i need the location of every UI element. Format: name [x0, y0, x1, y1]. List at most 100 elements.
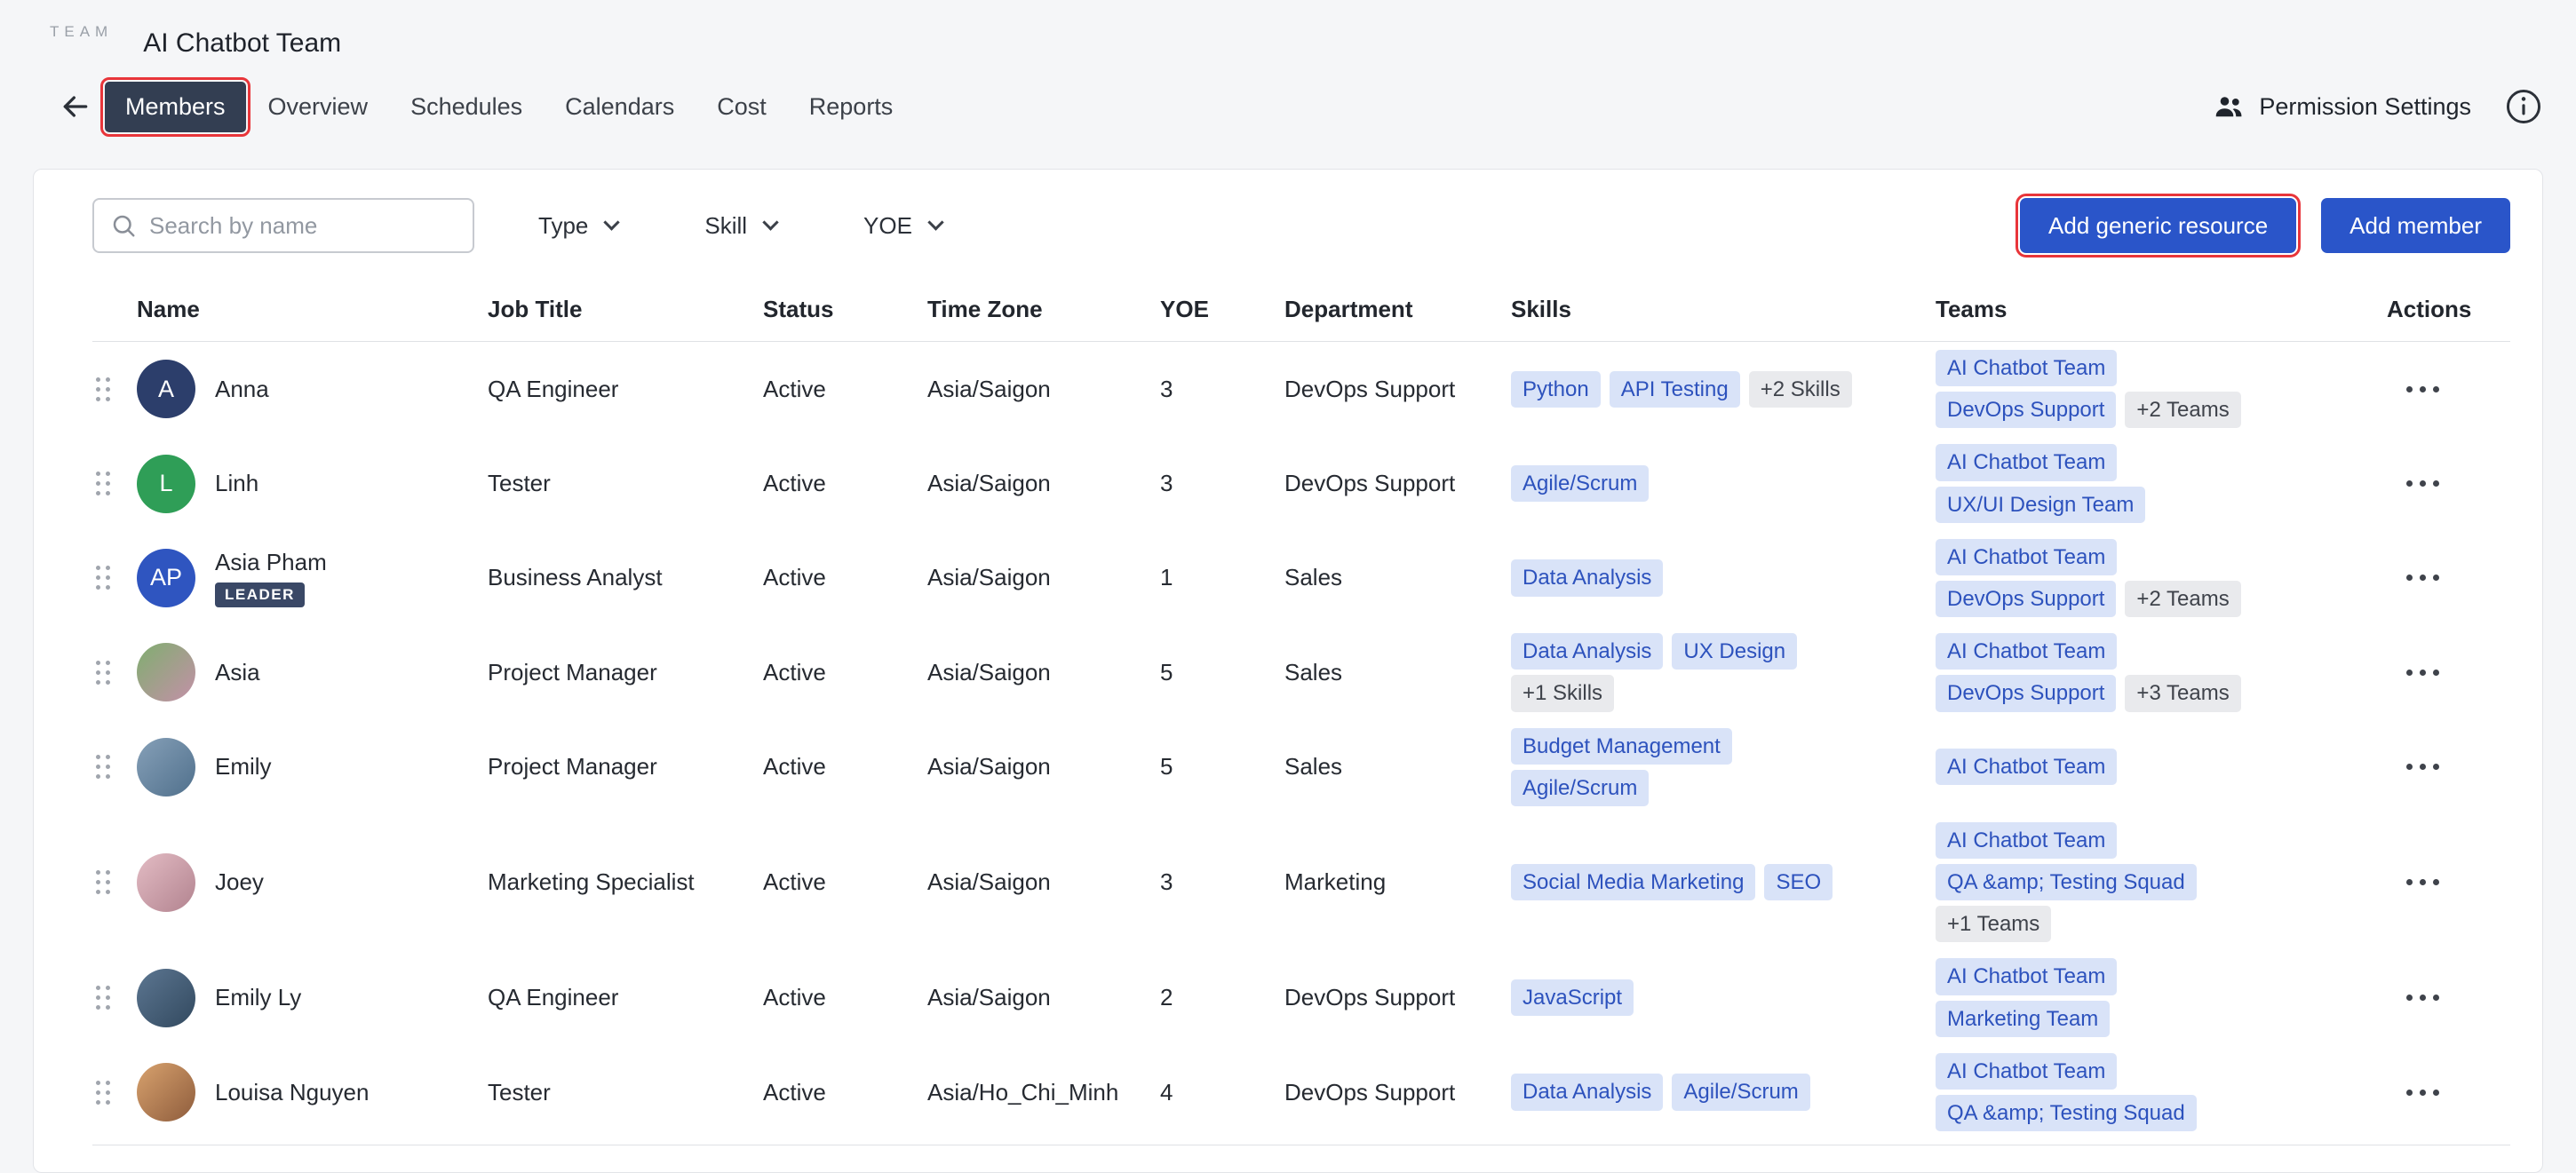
avatar	[137, 969, 195, 1027]
skills-cell: JavaScript	[1511, 977, 1936, 1018]
tag-chip: SEO	[1764, 864, 1833, 900]
member-name: Joey	[215, 868, 264, 896]
column-header-time-zone: Time Zone	[927, 296, 1160, 323]
row-actions-button[interactable]	[2396, 372, 2450, 407]
drag-handle-icon[interactable]	[96, 471, 112, 496]
column-header-department: Department	[1284, 296, 1511, 323]
drag-handle-icon[interactable]	[96, 660, 112, 686]
row-actions-button[interactable]	[2396, 560, 2450, 595]
drag-handle-icon[interactable]	[96, 869, 112, 895]
drag-cell	[92, 660, 137, 686]
row-actions-button[interactable]	[2396, 749, 2450, 784]
table-row: Louisa Nguyen Tester Active Asia/Ho_Chi_…	[92, 1045, 2510, 1139]
add-generic-resource-button[interactable]: Add generic resource	[2020, 198, 2296, 253]
timezone-cell: Asia/Saigon	[927, 564, 1160, 591]
title-row: TEAM AI Chatbot Team	[50, 20, 2544, 69]
tag-chip: JavaScript	[1511, 979, 1634, 1016]
table-row: A Anna QA Engineer Active Asia/Saigon 3 …	[92, 342, 2510, 436]
status-cell: Active	[763, 470, 927, 497]
nav-row: MembersOverviewSchedulesCalendarsCostRep…	[50, 76, 2544, 137]
column-header-status: Status	[763, 296, 927, 323]
tag-chip: AI Chatbot Team	[1936, 822, 2117, 859]
filter-yoe-dropdown[interactable]: YOE	[858, 211, 947, 241]
ellipsis-icon	[2406, 879, 2413, 885]
yoe-cell: 2	[1160, 984, 1284, 1011]
name-cell: Asia	[137, 643, 488, 701]
ellipsis-icon	[2406, 1090, 2413, 1096]
tab-reports[interactable]: Reports	[789, 82, 914, 132]
ellipsis-icon	[2406, 386, 2413, 392]
ellipsis-icon	[2406, 995, 2413, 1001]
page-header: TEAM AI Chatbot Team MembersOverviewSche…	[0, 0, 2576, 137]
permission-settings-button[interactable]: Permission Settings	[2207, 90, 2477, 123]
job-title-cell: Project Manager	[488, 659, 763, 686]
info-button[interactable]	[2503, 86, 2544, 127]
tag-chip: AI Chatbot Team	[1936, 633, 2117, 670]
tab-bar: MembersOverviewSchedulesCalendarsCostRep…	[105, 82, 913, 132]
drag-handle-icon[interactable]	[96, 1080, 112, 1106]
tab-calendars[interactable]: Calendars	[545, 82, 695, 132]
chip-line: AI Chatbot Team	[1936, 633, 2117, 670]
more-chip: +2 Teams	[2125, 581, 2240, 617]
drag-handle-icon[interactable]	[96, 565, 112, 590]
chip-line: AI Chatbot Team	[1936, 1053, 2117, 1090]
chip-line: Agile/Scrum	[1511, 465, 1649, 502]
filter-type-dropdown[interactable]: Type	[533, 211, 623, 241]
search-box[interactable]	[92, 198, 474, 253]
filter-label: Type	[538, 212, 588, 240]
chip-line: QA &amp; Testing Squad	[1936, 864, 2197, 900]
actions-cell	[2353, 865, 2510, 900]
more-chip: +1 Skills	[1511, 675, 1614, 711]
skills-cell: Social Media MarketingSEO	[1511, 861, 1936, 903]
teams-cell: AI Chatbot TeamDevOps Support+2 Teams	[1936, 536, 2353, 620]
column-header-yoe: YOE	[1160, 296, 1284, 323]
chip-line: DevOps Support+2 Teams	[1936, 392, 2241, 428]
row-actions-button[interactable]	[2396, 980, 2450, 1015]
people-icon	[2213, 91, 2245, 123]
tag-chip: Budget Management	[1511, 728, 1732, 765]
filter-skill-dropdown[interactable]: Skill	[699, 211, 782, 241]
name-block: Asia	[215, 659, 260, 686]
members-panel: Type Skill YOE Add generic resource Add me…	[33, 169, 2543, 1173]
info-icon	[2505, 88, 2542, 125]
name-block: Anna	[215, 376, 269, 403]
tab-schedules[interactable]: Schedules	[390, 82, 543, 132]
back-button[interactable]	[50, 81, 101, 132]
job-title-cell: QA Engineer	[488, 376, 763, 403]
tab-members[interactable]: Members	[105, 82, 246, 132]
row-actions-button[interactable]	[2396, 655, 2450, 690]
tag-chip: AI Chatbot Team	[1936, 958, 2117, 995]
member-name: Emily Ly	[215, 984, 301, 1011]
name-cell: AP Asia Pham LEADER	[137, 549, 488, 607]
department-cell: DevOps Support	[1284, 1079, 1511, 1106]
more-chip: +2 Skills	[1749, 371, 1852, 408]
table-row: Joey Marketing Specialist Active Asia/Sa…	[92, 814, 2510, 951]
tag-chip: QA &amp; Testing Squad	[1936, 864, 2197, 900]
ellipsis-icon	[2406, 764, 2413, 770]
drag-cell	[92, 376, 137, 402]
drag-cell	[92, 1080, 137, 1106]
add-member-button[interactable]: Add member	[2321, 198, 2510, 253]
name-block: Emily	[215, 753, 272, 781]
actions-cell	[2353, 980, 2510, 1015]
tag-chip: Social Media Marketing	[1511, 864, 1755, 900]
actions-cell	[2353, 560, 2510, 595]
row-actions-button[interactable]	[2396, 466, 2450, 501]
tag-chip: Agile/Scrum	[1511, 465, 1649, 502]
drag-handle-icon[interactable]	[96, 376, 112, 402]
tab-cost[interactable]: Cost	[696, 82, 787, 132]
row-actions-button[interactable]	[2396, 1075, 2450, 1110]
status-cell: Active	[763, 376, 927, 403]
chip-line: QA &amp; Testing Squad	[1936, 1095, 2197, 1131]
table-row: AP Asia Pham LEADER Business Analyst Act…	[92, 531, 2510, 625]
row-actions-button[interactable]	[2396, 865, 2450, 900]
tab-overview[interactable]: Overview	[248, 82, 389, 132]
name-block: Asia Pham LEADER	[215, 549, 327, 607]
search-input[interactable]	[147, 211, 457, 241]
yoe-cell: 5	[1160, 659, 1284, 686]
drag-handle-icon[interactable]	[96, 754, 112, 780]
team-label: TEAM	[50, 23, 113, 41]
status-cell: Active	[763, 1079, 927, 1106]
drag-handle-icon[interactable]	[96, 985, 112, 1011]
tag-chip: Data Analysis	[1511, 633, 1663, 670]
